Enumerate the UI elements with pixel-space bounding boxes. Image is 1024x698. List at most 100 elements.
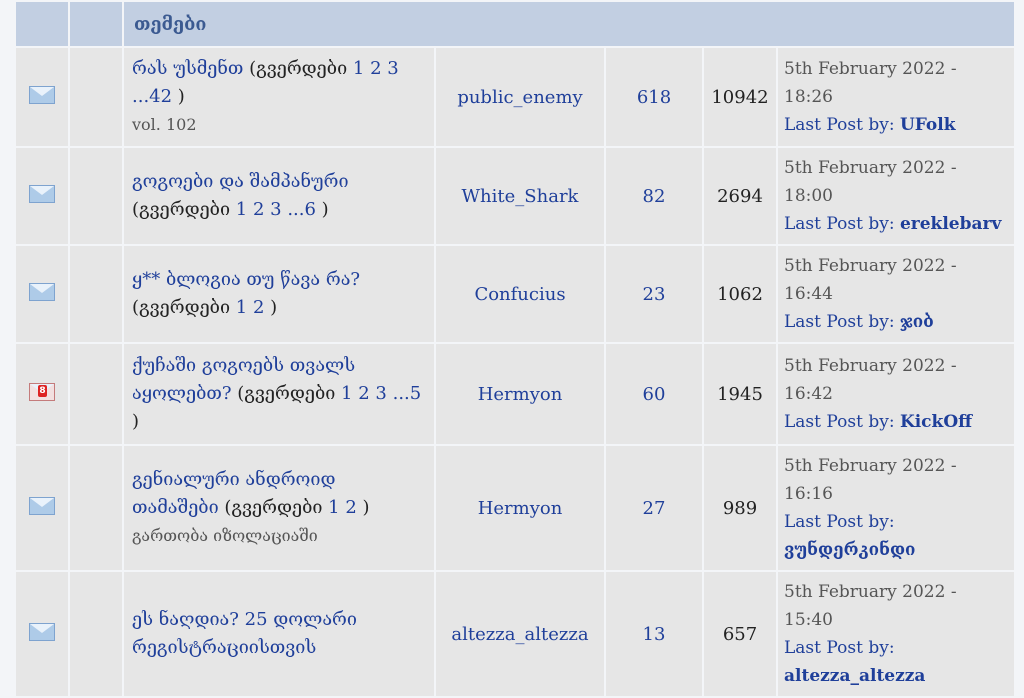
table-row: ყ** ბლოგია თუ წავა რა? (გვერდები 1 2 ) Co… — [16, 246, 1015, 342]
topic-title-cell: გოგოები და შამპანური (გვერდები 1 2 3 ...… — [124, 148, 434, 244]
topic-title-cell: რას უსმენთ (გვერდები 1 2 3 ...42 ) vol. 1… — [124, 48, 434, 146]
topic-type-cell — [70, 48, 122, 146]
topic-title-cell: ეს ნაღდია? 25 დოლარი რეგისტრაციისთვის — [124, 572, 434, 696]
page-link[interactable]: 2 — [370, 58, 381, 79]
replies-count[interactable]: 27 — [606, 446, 702, 570]
envelope-icon — [29, 496, 55, 515]
topic-pages: (გვერდები 1 2 ) — [218, 497, 370, 518]
replies-count[interactable]: 23 — [606, 246, 702, 342]
page-link[interactable]: 1 — [328, 497, 339, 518]
page-link[interactable]: 3 — [387, 58, 398, 79]
topic-author-cell: Hermyon — [436, 446, 604, 570]
replies-count[interactable]: 60 — [606, 344, 702, 444]
page-link[interactable]: 3 — [375, 383, 386, 404]
topic-title-cell: ყ** ბლოგია თუ წავა რა? (გვერდები 1 2 ) — [124, 246, 434, 342]
replies-count[interactable]: 13 — [606, 572, 702, 696]
last-post-date[interactable]: 5th February 2022 - 18:26 — [784, 55, 1008, 111]
views-count: 1945 — [704, 344, 776, 444]
topic-status-cell — [16, 148, 68, 244]
topic-title-link[interactable]: ყ** ბლოგია თუ წავა რა? — [132, 269, 360, 290]
page-link[interactable]: 1 — [353, 58, 364, 79]
page-link[interactable]: 1 — [236, 199, 247, 220]
topic-type-cell — [70, 148, 122, 244]
author-link[interactable]: altezza_altezza — [451, 624, 588, 645]
author-link[interactable]: White_Shark — [462, 186, 579, 207]
last-post-label: Last Post by: — [784, 115, 900, 135]
topic-author-cell: Hermyon — [436, 344, 604, 444]
author-link[interactable]: Confucius — [474, 284, 565, 305]
topic-status-cell — [16, 572, 68, 696]
pages-suffix: ) — [172, 86, 185, 107]
topic-status-cell — [16, 446, 68, 570]
views-count: 2694 — [704, 148, 776, 244]
table-row: გენიალური ანდროიდ თამაშები (გვერდები 1 2… — [16, 446, 1015, 570]
page-link[interactable]: 2 — [253, 297, 264, 318]
page-link[interactable]: 2 — [358, 383, 369, 404]
last-post-label: Last Post by: — [784, 312, 900, 332]
last-page-link[interactable]: ...42 — [132, 86, 172, 107]
page-link[interactable]: 1 — [341, 383, 352, 404]
page-link[interactable]: 2 — [253, 199, 264, 220]
pages-suffix: ) — [315, 199, 329, 220]
topic-author-cell: altezza_altezza — [436, 572, 604, 696]
last-post-cell: 5th February 2022 - 16:16 Last Post by: ვ… — [778, 446, 1015, 570]
last-poster-link[interactable]: ereklebarv — [900, 214, 1001, 234]
last-post-cell: 5th February 2022 - 16:44 Last Post by: ჯ… — [778, 246, 1015, 342]
table-row: გოგოები და შამპანური (გვერდები 1 2 3 ...… — [16, 148, 1015, 244]
page-link[interactable]: 1 — [236, 297, 247, 318]
topic-status-cell — [16, 246, 68, 342]
topic-type-cell — [70, 246, 122, 342]
topic-title-link[interactable]: გოგოები და შამპანური — [132, 171, 349, 192]
topic-description: vol. 102 — [132, 115, 197, 134]
views-count: 10942 — [704, 48, 776, 146]
topic-pages: (გვერდები 1 2 ) — [132, 297, 277, 318]
last-post-date[interactable]: 5th February 2022 - 16:44 — [784, 252, 1008, 308]
last-post-date[interactable]: 5th February 2022 - 16:42 — [784, 352, 1008, 408]
topic-pages: (გვერდები 1 2 3 ...6 ) — [132, 199, 329, 220]
last-poster-link[interactable]: UFolk — [900, 115, 956, 135]
last-post-date[interactable]: 5th February 2022 - 18:00 — [784, 154, 1008, 210]
pages-suffix: ) — [132, 411, 140, 432]
last-poster-link[interactable]: altezza_altezza — [784, 666, 925, 686]
topic-title-link[interactable]: რას უსმენთ — [132, 58, 243, 79]
last-poster-link[interactable]: ვუნდერკინდი — [784, 540, 915, 560]
topic-author-cell: White_Shark — [436, 148, 604, 244]
last-post-label: Last Post by: — [784, 638, 895, 658]
header-topics: თემები — [124, 2, 1015, 46]
pages-suffix: ) — [362, 497, 370, 518]
views-count: 989 — [704, 446, 776, 570]
topic-title-cell: გენიალური ანდროიდ თამაშები (გვერდები 1 2… — [124, 446, 434, 570]
author-link[interactable]: Hermyon — [478, 384, 563, 405]
last-post-date[interactable]: 5th February 2022 - 15:40 — [784, 578, 1008, 634]
author-link[interactable]: public_enemy — [457, 87, 582, 108]
replies-count[interactable]: 82 — [606, 148, 702, 244]
last-post-cell: 5th February 2022 - 16:42 Last Post by: K… — [778, 344, 1015, 444]
table-row: 8 ქუჩაში გოგოებს თვალს აყოლებთ? (გვერდები… — [16, 344, 1015, 444]
last-poster-link[interactable]: KickOff — [900, 412, 972, 432]
replies-count[interactable]: 618 — [606, 48, 702, 146]
table-row: რას უსმენთ (გვერდები 1 2 3 ...42 ) vol. 1… — [16, 48, 1015, 146]
views-count: 657 — [704, 572, 776, 696]
header-blank-1 — [16, 2, 68, 46]
topics-table: თემები რას უსმენთ (გვერდები 1 2 3 ...42 … — [14, 0, 1016, 698]
author-link[interactable]: Hermyon — [478, 498, 563, 519]
last-post-date[interactable]: 5th February 2022 - 16:16 — [784, 452, 1008, 508]
hot-topic-envelope-icon: 8 — [29, 382, 55, 401]
topic-author-cell: public_enemy — [436, 48, 604, 146]
pages-suffix: ) — [270, 297, 278, 318]
pages-prefix: (გვერდები — [218, 497, 329, 518]
page-link[interactable]: 2 — [345, 497, 356, 518]
last-post-cell: 5th February 2022 - 15:40 Last Post by: a… — [778, 572, 1015, 696]
page-link[interactable]: 3 — [270, 199, 281, 220]
pages-prefix: (გვერდები — [132, 297, 236, 318]
last-post-label: Last Post by: — [784, 412, 900, 432]
last-page-link[interactable]: ...6 — [287, 199, 316, 220]
envelope-icon — [29, 85, 55, 104]
last-poster-link[interactable]: ჯიბ — [900, 312, 934, 332]
topic-title-link[interactable]: ეს ნაღდია? 25 დოლარი რეგისტრაციისთვის — [132, 609, 357, 658]
last-page-link[interactable]: ...5 — [393, 383, 422, 404]
last-post-cell: 5th February 2022 - 18:00 Last Post by: e… — [778, 148, 1015, 244]
topic-status-cell — [16, 48, 68, 146]
topic-list: თემები რას უსმენთ (გვერდები 1 2 3 ...42 … — [14, 0, 1015, 698]
envelope-icon — [29, 184, 55, 203]
